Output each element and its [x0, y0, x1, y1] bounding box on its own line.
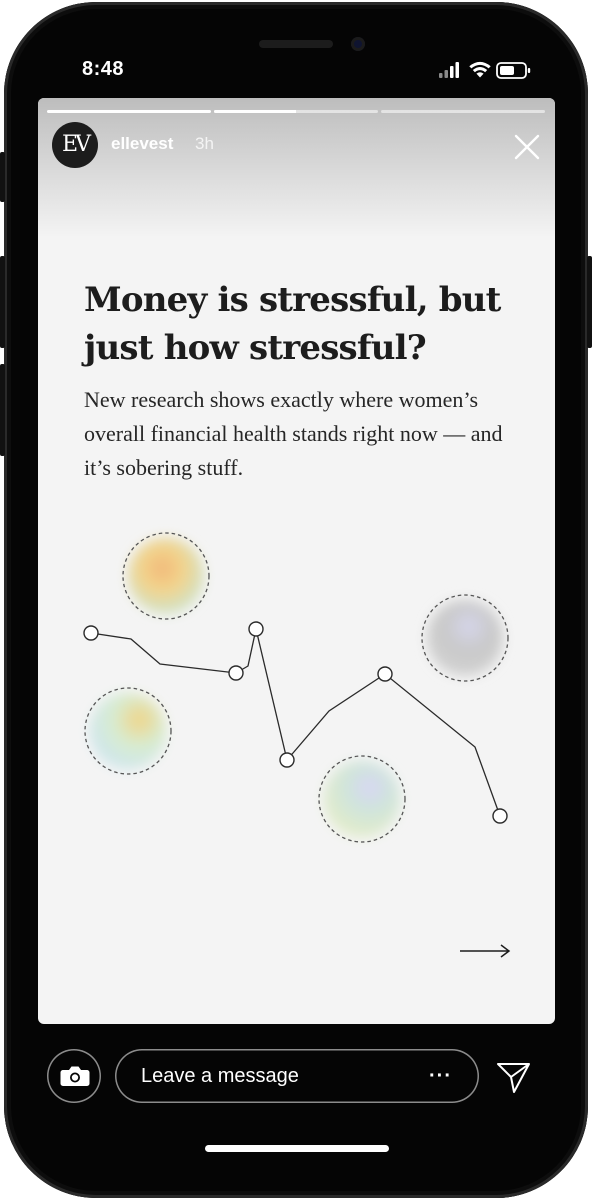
close-icon[interactable] — [511, 131, 543, 163]
home-indicator[interactable] — [205, 1145, 389, 1152]
account-name[interactable]: ellevest — [111, 134, 173, 154]
story-screen[interactable]: EV ellevest 3h Money is stressful, but j… — [38, 98, 555, 1024]
arrow-right-icon[interactable] — [458, 941, 512, 961]
camera-icon — [60, 1066, 90, 1086]
status-time: 8:48 — [82, 58, 125, 80]
status-icons — [437, 58, 537, 82]
story-progress-fill — [47, 110, 211, 113]
story-progress-2 — [214, 110, 378, 113]
status-icons-graphic — [439, 61, 531, 79]
gradient-blob-orange — [122, 532, 210, 620]
story-progress-3 — [381, 110, 545, 113]
battery-icon — [496, 62, 531, 79]
post-time: 3h — [195, 134, 214, 153]
side-button-volume-up — [0, 256, 5, 348]
gradient-blob-gray — [421, 594, 509, 682]
send-icon[interactable] — [495, 1058, 533, 1096]
gradient-blob-yellow — [84, 687, 172, 775]
message-input[interactable]: Leave a message ··· — [115, 1049, 479, 1103]
side-button-volume-down — [0, 364, 5, 456]
wifi-icon — [469, 61, 491, 78]
front-camera — [351, 37, 365, 51]
story-progress-1 — [47, 110, 211, 113]
camera-button[interactable] — [47, 1049, 101, 1103]
gradient-blob-lavender — [318, 755, 406, 843]
side-button-mute — [0, 152, 5, 202]
story-subtext: New research shows exactly where women’s… — [84, 387, 503, 480]
cellular-signal-icon — [439, 62, 459, 78]
line-illustration — [83, 532, 509, 843]
story-progress-fill — [214, 110, 296, 113]
side-button-power — [587, 256, 592, 348]
earpiece-speaker — [259, 40, 333, 48]
more-options-icon[interactable]: ··· — [429, 1065, 452, 1088]
message-input-placeholder: Leave a message — [141, 1065, 299, 1087]
account-avatar[interactable]: EV — [52, 122, 98, 168]
header-gradient — [38, 98, 555, 238]
story-headline: Money is stressful, but just how stressf… — [84, 280, 501, 368]
